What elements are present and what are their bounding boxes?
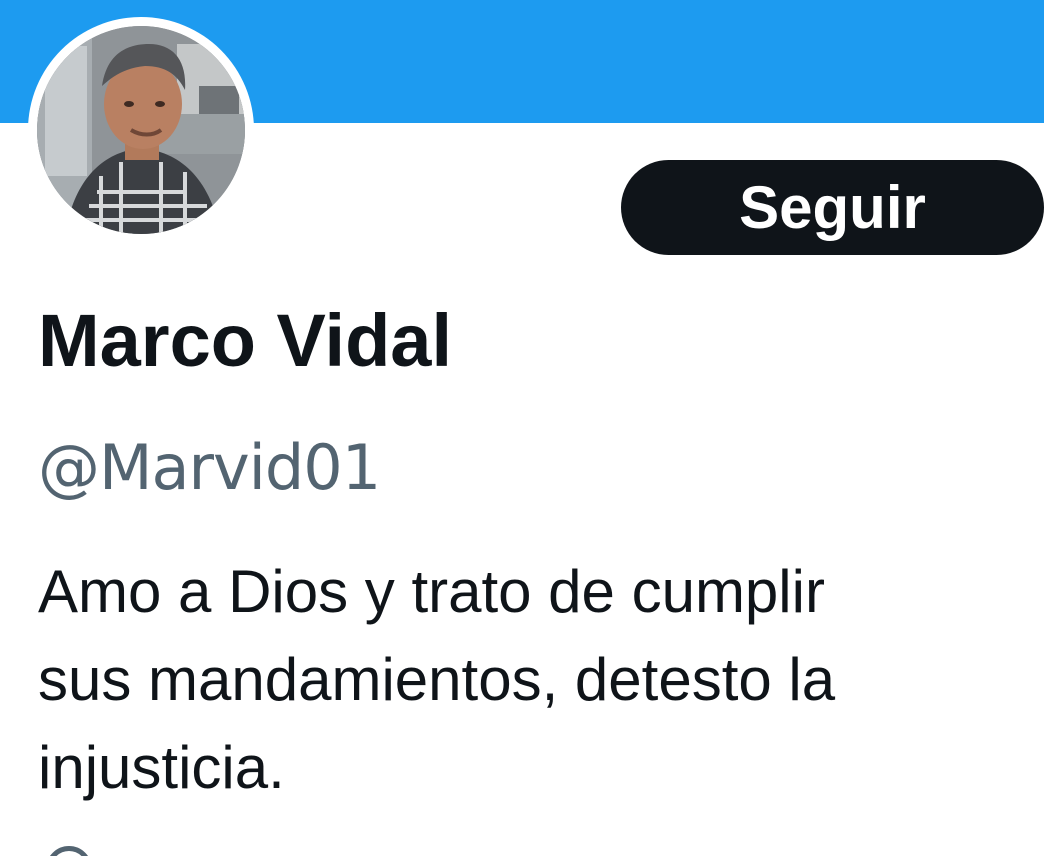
follow-button[interactable]: Seguir xyxy=(621,160,1044,255)
profile-header: Seguir Marco Vidal @Marvid01 Amo a Dios … xyxy=(0,0,1044,856)
bio-line: injusticia. xyxy=(38,734,285,801)
bio-line: Amo a Dios y trato de cumplir xyxy=(38,558,825,625)
profile-bio: Amo a Dios y trato de cumplir sus mandam… xyxy=(38,548,1028,812)
avatar[interactable] xyxy=(37,26,245,234)
bio-line: sus mandamientos, detesto la xyxy=(38,646,836,713)
avatar-border xyxy=(28,17,254,243)
avatar-photo xyxy=(37,26,245,234)
profile-handle: @Marvid01 xyxy=(38,431,381,504)
location-icon xyxy=(46,846,92,856)
profile-display-name: Marco Vidal xyxy=(38,299,453,382)
